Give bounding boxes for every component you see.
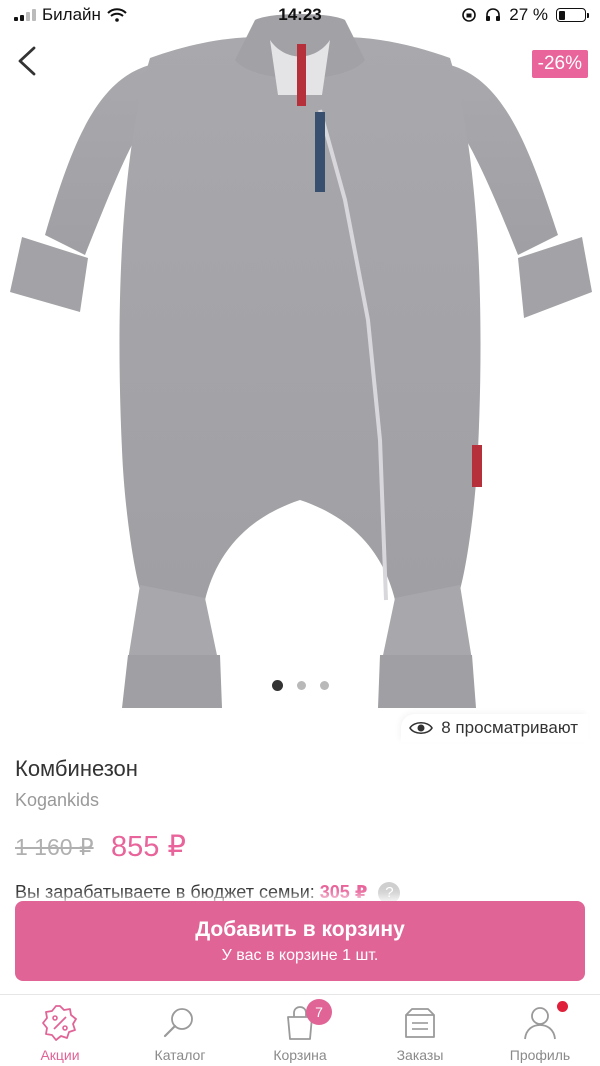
product-brand[interactable]: Kogankids [15, 790, 99, 811]
status-bar: Билайн 14:23 27 % [0, 0, 600, 30]
orientation-lock-icon [462, 8, 477, 22]
profile-icon [524, 1007, 556, 1040]
tab-label: Акции [40, 1047, 80, 1063]
search-icon [163, 1008, 193, 1038]
tab-label: Профиль [509, 1047, 571, 1063]
budget-text: Вы зарабатываете в бюджет семьи: [15, 882, 315, 902]
tab-profile[interactable]: Профиль [480, 995, 600, 1066]
gallery-dot-2[interactable] [296, 681, 306, 690]
box-icon [405, 1008, 435, 1038]
viewers-badge: 8 просматривают [401, 714, 588, 742]
battery-icon [556, 8, 589, 22]
add-to-cart-label: Добавить в корзину [195, 918, 405, 941]
cart-count-badge: 7 [306, 999, 332, 1025]
tab-label: Каталог [154, 1047, 206, 1063]
product-title: Комбинезон [15, 756, 138, 781]
old-price: 1 160 ₽ [15, 834, 94, 860]
gallery-dots[interactable] [0, 680, 600, 691]
tab-bar: Акции Каталог 7 Корзина Заказы Профиль [0, 994, 600, 1066]
back-button[interactable] [14, 44, 44, 78]
tab-promotions[interactable]: Акции [0, 995, 120, 1066]
signal-icon [14, 9, 36, 21]
tab-label: Корзина [273, 1047, 327, 1063]
product-gallery[interactable]: -26% 8 просматривают [0, 0, 600, 742]
gallery-dot-3[interactable] [319, 681, 329, 690]
tab-catalog[interactable]: Каталог [120, 995, 240, 1066]
discount-badge: -26% [531, 50, 588, 78]
percent-icon [42, 1005, 77, 1041]
add-to-cart-button[interactable]: Добавить в корзину У вас в корзине 1 шт. [15, 901, 585, 981]
viewers-count: 8 просматривают [441, 718, 578, 737]
carrier-name: Билайн [42, 5, 101, 24]
tab-orders[interactable]: Заказы [360, 995, 480, 1066]
notification-dot [557, 1001, 568, 1012]
product-image[interactable] [0, 0, 600, 728]
wifi-icon [107, 8, 127, 22]
tab-label: Заказы [396, 1047, 444, 1063]
headphones-icon [486, 8, 501, 21]
battery-percent: 27 % [509, 5, 548, 24]
chevron-left-icon [18, 46, 36, 76]
tab-cart[interactable]: 7 Корзина [240, 995, 360, 1066]
eye-icon [409, 721, 434, 735]
budget-amount: 305 ₽ [319, 882, 368, 902]
cart-quantity-note: У вас в корзине 1 шт. [221, 947, 379, 964]
new-price: 855 ₽ [111, 831, 186, 863]
gallery-dot-1[interactable] [271, 680, 283, 691]
